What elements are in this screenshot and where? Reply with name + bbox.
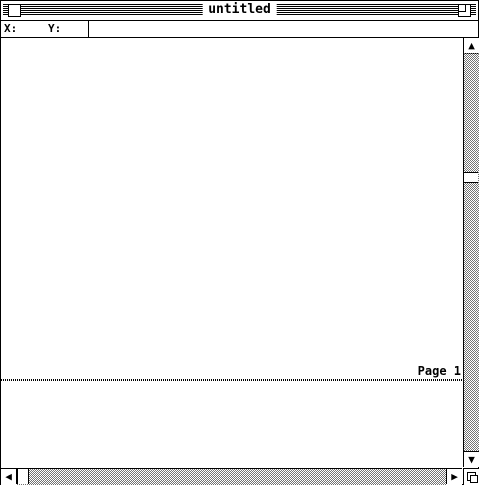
scroll-down-icon[interactable]: ▼	[464, 451, 479, 467]
x-coordinate-label: X:	[4, 22, 18, 35]
x-coordinate-value	[21, 23, 43, 34]
grow-box-front-icon	[470, 475, 478, 483]
horizontal-scroll-track[interactable]	[17, 469, 446, 485]
horizontal-scrollbar[interactable]: ◀ ▶	[1, 468, 462, 485]
close-box-button[interactable]	[8, 4, 21, 17]
y-coordinate-value	[64, 23, 86, 34]
zoom-box-button[interactable]	[458, 4, 471, 17]
page-label: Page 1	[417, 364, 461, 378]
resize-grow-box[interactable]	[463, 468, 479, 485]
window-title: untitled	[202, 2, 277, 18]
scroll-right-icon[interactable]: ▶	[446, 469, 462, 484]
vertical-scroll-thumb[interactable]	[464, 172, 478, 183]
y-coordinate-label: Y:	[48, 22, 62, 35]
vertical-scroll-track[interactable]	[464, 53, 479, 452]
coordinate-readout: X: Y:	[1, 21, 89, 37]
scroll-up-icon[interactable]: ▲	[464, 38, 479, 54]
coordinate-bar: X: Y:	[1, 21, 478, 38]
drawing-canvas[interactable]: Page 1	[1, 38, 462, 467]
scroll-left-icon[interactable]: ◀	[1, 469, 17, 484]
zoom-box-icon	[459, 5, 466, 12]
title-bar[interactable]: untitled	[1, 1, 478, 21]
page-break-line	[1, 379, 462, 381]
horizontal-scroll-thumb[interactable]	[17, 469, 29, 484]
vertical-scrollbar[interactable]: ▲ ▼	[463, 38, 479, 467]
document-window: untitled X: Y: Page 1 ▲ ▼ ◀ ▶	[0, 0, 479, 485]
